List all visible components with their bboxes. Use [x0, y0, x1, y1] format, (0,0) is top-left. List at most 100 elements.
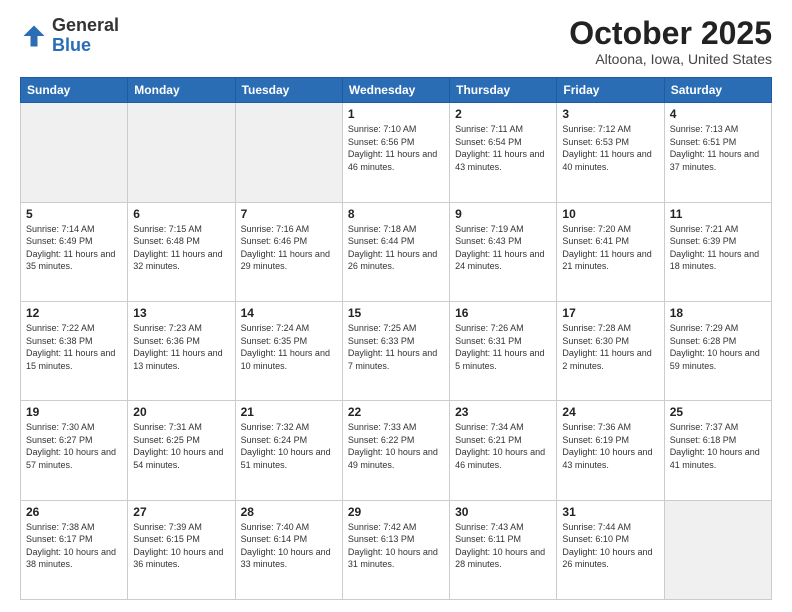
table-row: 1 Sunrise: 7:10 AM Sunset: 6:56 PM Daylig…	[342, 103, 449, 202]
day-info: Sunrise: 7:20 AM Sunset: 6:41 PM Dayligh…	[562, 223, 658, 273]
table-row: 26 Sunrise: 7:38 AM Sunset: 6:17 PM Dayli…	[21, 500, 128, 599]
day-number: 4	[670, 107, 766, 121]
day-number: 31	[562, 505, 658, 519]
table-row: 5 Sunrise: 7:14 AM Sunset: 6:49 PM Daylig…	[21, 202, 128, 301]
day-info: Sunrise: 7:14 AM Sunset: 6:49 PM Dayligh…	[26, 223, 122, 273]
day-number: 21	[241, 405, 337, 419]
day-number: 15	[348, 306, 444, 320]
day-number: 1	[348, 107, 444, 121]
table-row: 30Sunrise: 7:43 AM Sunset: 6:11 PM Dayli…	[450, 500, 557, 599]
table-row: 8 Sunrise: 7:18 AM Sunset: 6:44 PM Daylig…	[342, 202, 449, 301]
header-tuesday: Tuesday	[235, 78, 342, 103]
day-number: 9	[455, 207, 551, 221]
table-row	[235, 103, 342, 202]
table-row: 10 Sunrise: 7:20 AM Sunset: 6:41 PM Dayli…	[557, 202, 664, 301]
logo-blue-label: Blue	[52, 36, 119, 56]
day-number: 22	[348, 405, 444, 419]
table-row: 13 Sunrise: 7:23 AM Sunset: 6:36 PM Dayli…	[128, 301, 235, 400]
day-info: Sunrise: 7:22 AM Sunset: 6:38 PM Dayligh…	[26, 322, 122, 372]
day-number: 18	[670, 306, 766, 320]
table-row: 11 Sunrise: 7:21 AM Sunset: 6:39 PM Dayli…	[664, 202, 771, 301]
calendar-week-row: 26 Sunrise: 7:38 AM Sunset: 6:17 PM Dayli…	[21, 500, 772, 599]
day-number: 26	[26, 505, 122, 519]
table-row: 2 Sunrise: 7:11 AM Sunset: 6:54 PM Daylig…	[450, 103, 557, 202]
table-row: 29Sunrise: 7:42 AM Sunset: 6:13 PM Dayli…	[342, 500, 449, 599]
day-info: Sunrise: 7:26 AM Sunset: 6:31 PM Dayligh…	[455, 322, 551, 372]
calendar-week-row: 1 Sunrise: 7:10 AM Sunset: 6:56 PM Daylig…	[21, 103, 772, 202]
day-info: Sunrise: 7:10 AM Sunset: 6:56 PM Dayligh…	[348, 123, 444, 173]
day-info: Sunrise: 7:34 AM Sunset: 6:21 PM Dayligh…	[455, 421, 551, 471]
logo-text: General Blue	[52, 16, 119, 56]
day-info: Sunrise: 7:19 AM Sunset: 6:43 PM Dayligh…	[455, 223, 551, 273]
title-block: October 2025 Altoona, Iowa, United State…	[569, 16, 772, 67]
day-number: 23	[455, 405, 551, 419]
table-row	[128, 103, 235, 202]
day-info: Sunrise: 7:36 AM Sunset: 6:19 PM Dayligh…	[562, 421, 658, 471]
day-number: 12	[26, 306, 122, 320]
day-info: Sunrise: 7:28 AM Sunset: 6:30 PM Dayligh…	[562, 322, 658, 372]
header-sunday: Sunday	[21, 78, 128, 103]
day-info: Sunrise: 7:42 AM Sunset: 6:13 PM Dayligh…	[348, 521, 444, 571]
table-row: 31 Sunrise: 7:44 AM Sunset: 6:10 PM Dayli…	[557, 500, 664, 599]
table-row: 9 Sunrise: 7:19 AM Sunset: 6:43 PM Daylig…	[450, 202, 557, 301]
header-thursday: Thursday	[450, 78, 557, 103]
calendar-header-row: Sunday Monday Tuesday Wednesday Thursday…	[21, 78, 772, 103]
day-info: Sunrise: 7:18 AM Sunset: 6:44 PM Dayligh…	[348, 223, 444, 273]
day-number: 10	[562, 207, 658, 221]
day-number: 30	[455, 505, 551, 519]
day-number: 5	[26, 207, 122, 221]
day-number: 28	[241, 505, 337, 519]
table-row: 20 Sunrise: 7:31 AM Sunset: 6:25 PM Dayli…	[128, 401, 235, 500]
day-number: 25	[670, 405, 766, 419]
day-number: 11	[670, 207, 766, 221]
subtitle: Altoona, Iowa, United States	[569, 51, 772, 67]
day-number: 8	[348, 207, 444, 221]
logo-general-label: General	[52, 16, 119, 36]
day-info: Sunrise: 7:13 AM Sunset: 6:51 PM Dayligh…	[670, 123, 766, 173]
calendar-week-row: 5 Sunrise: 7:14 AM Sunset: 6:49 PM Daylig…	[21, 202, 772, 301]
day-info: Sunrise: 7:21 AM Sunset: 6:39 PM Dayligh…	[670, 223, 766, 273]
header-wednesday: Wednesday	[342, 78, 449, 103]
header: General Blue October 2025 Altoona, Iowa,…	[20, 16, 772, 67]
day-info: Sunrise: 7:38 AM Sunset: 6:17 PM Dayligh…	[26, 521, 122, 571]
day-info: Sunrise: 7:33 AM Sunset: 6:22 PM Dayligh…	[348, 421, 444, 471]
table-row: 4 Sunrise: 7:13 AM Sunset: 6:51 PM Daylig…	[664, 103, 771, 202]
table-row: 25 Sunrise: 7:37 AM Sunset: 6:18 PM Dayli…	[664, 401, 771, 500]
day-number: 6	[133, 207, 229, 221]
table-row: 16 Sunrise: 7:26 AM Sunset: 6:31 PM Dayli…	[450, 301, 557, 400]
month-title: October 2025	[569, 16, 772, 51]
day-info: Sunrise: 7:15 AM Sunset: 6:48 PM Dayligh…	[133, 223, 229, 273]
day-number: 7	[241, 207, 337, 221]
day-number: 16	[455, 306, 551, 320]
logo: General Blue	[20, 16, 119, 56]
day-info: Sunrise: 7:29 AM Sunset: 6:28 PM Dayligh…	[670, 322, 766, 372]
day-info: Sunrise: 7:40 AM Sunset: 6:14 PM Dayligh…	[241, 521, 337, 571]
day-number: 13	[133, 306, 229, 320]
day-info: Sunrise: 7:24 AM Sunset: 6:35 PM Dayligh…	[241, 322, 337, 372]
table-row	[664, 500, 771, 599]
logo-icon	[20, 22, 48, 50]
table-row: 15 Sunrise: 7:25 AM Sunset: 6:33 PM Dayli…	[342, 301, 449, 400]
day-number: 2	[455, 107, 551, 121]
day-number: 20	[133, 405, 229, 419]
day-info: Sunrise: 7:30 AM Sunset: 6:27 PM Dayligh…	[26, 421, 122, 471]
day-info: Sunrise: 7:25 AM Sunset: 6:33 PM Dayligh…	[348, 322, 444, 372]
table-row: 21Sunrise: 7:32 AM Sunset: 6:24 PM Dayli…	[235, 401, 342, 500]
day-info: Sunrise: 7:39 AM Sunset: 6:15 PM Dayligh…	[133, 521, 229, 571]
header-friday: Friday	[557, 78, 664, 103]
day-number: 3	[562, 107, 658, 121]
table-row: 3 Sunrise: 7:12 AM Sunset: 6:53 PM Daylig…	[557, 103, 664, 202]
day-number: 14	[241, 306, 337, 320]
day-info: Sunrise: 7:12 AM Sunset: 6:53 PM Dayligh…	[562, 123, 658, 173]
table-row	[21, 103, 128, 202]
day-info: Sunrise: 7:31 AM Sunset: 6:25 PM Dayligh…	[133, 421, 229, 471]
day-info: Sunrise: 7:23 AM Sunset: 6:36 PM Dayligh…	[133, 322, 229, 372]
day-info: Sunrise: 7:44 AM Sunset: 6:10 PM Dayligh…	[562, 521, 658, 571]
table-row: 28 Sunrise: 7:40 AM Sunset: 6:14 PM Dayli…	[235, 500, 342, 599]
day-info: Sunrise: 7:16 AM Sunset: 6:46 PM Dayligh…	[241, 223, 337, 273]
day-info: Sunrise: 7:37 AM Sunset: 6:18 PM Dayligh…	[670, 421, 766, 471]
page: General Blue October 2025 Altoona, Iowa,…	[0, 0, 792, 612]
day-info: Sunrise: 7:11 AM Sunset: 6:54 PM Dayligh…	[455, 123, 551, 173]
day-number: 24	[562, 405, 658, 419]
table-row: 6 Sunrise: 7:15 AM Sunset: 6:48 PM Daylig…	[128, 202, 235, 301]
